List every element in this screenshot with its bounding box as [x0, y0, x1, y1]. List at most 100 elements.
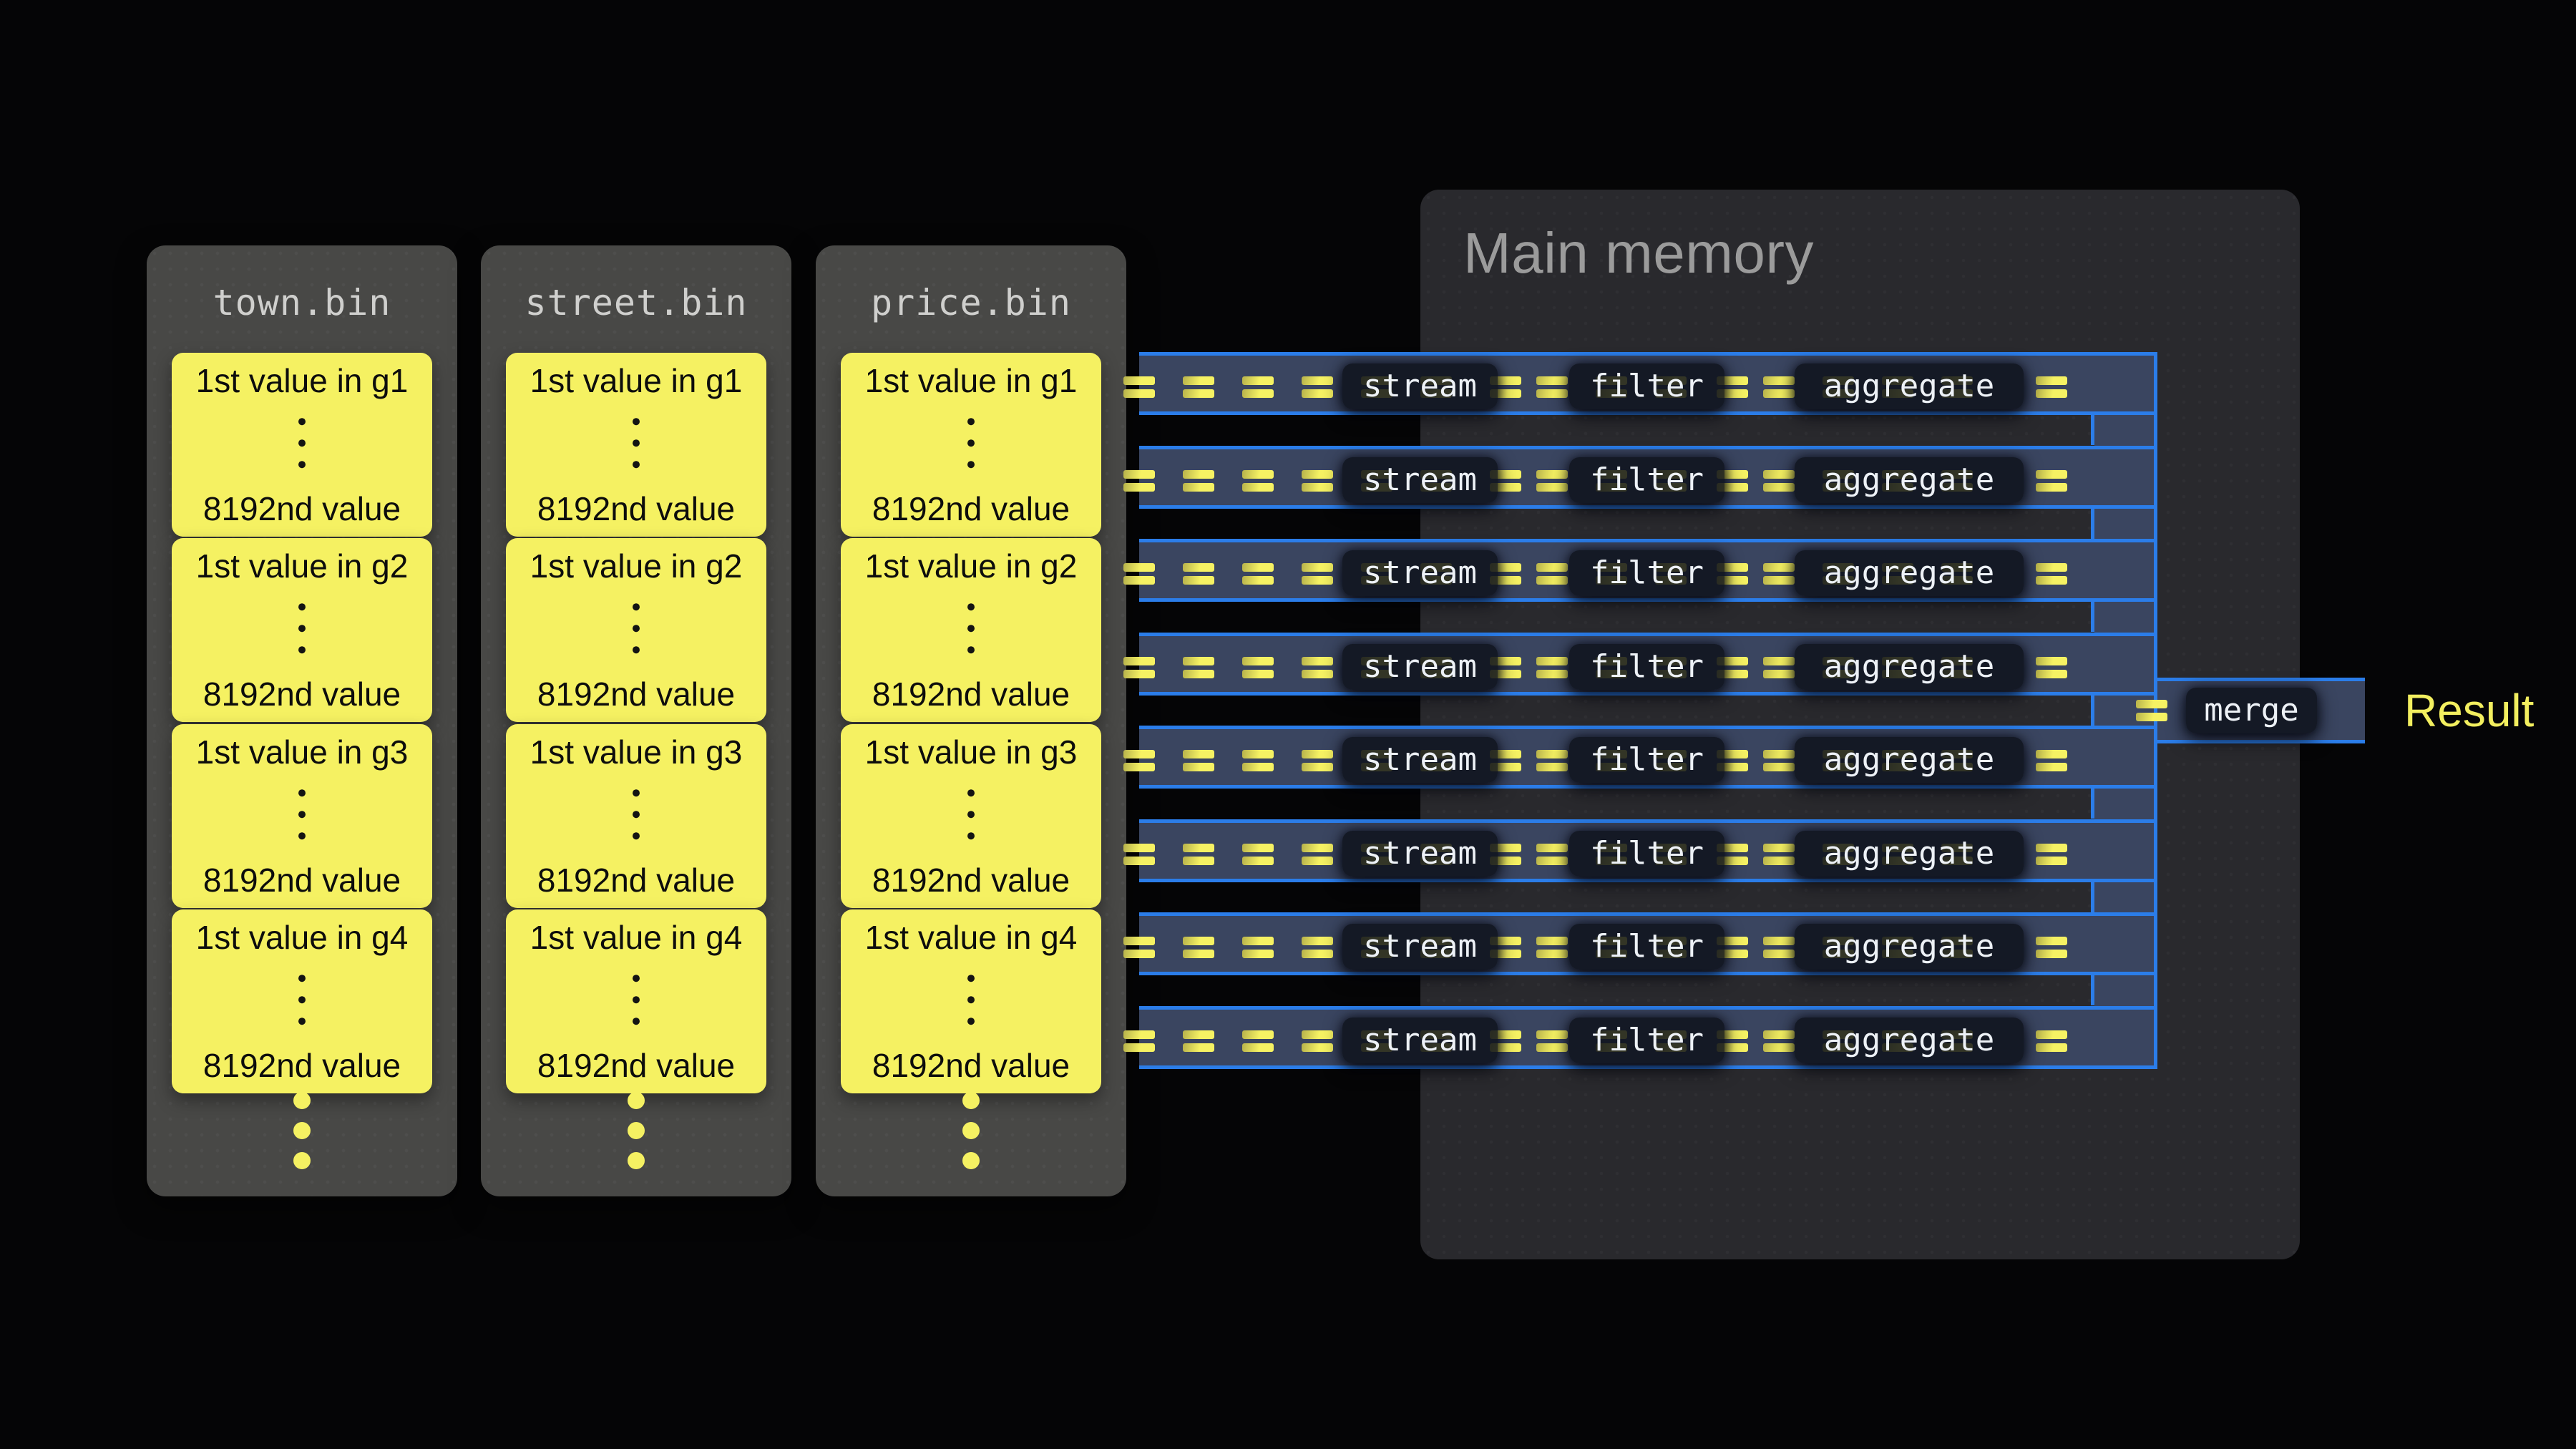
data-chunk-dashes-icon	[1242, 937, 1274, 958]
data-chunk-dashes-icon	[1536, 844, 1568, 865]
pipeline-row: stream filter aggregate	[1139, 726, 2154, 789]
data-chunk-dashes-icon	[1123, 937, 1155, 958]
data-chunk-dashes-icon	[1763, 750, 1795, 771]
data-chunk-dashes-icon	[1536, 750, 1568, 771]
file-name-label: town.bin	[147, 281, 457, 324]
group-last-value-label: 8192nd value	[172, 489, 432, 528]
group-first-value-label: 1st value in g3	[506, 733, 766, 771]
data-chunk-dashes-icon	[1763, 563, 1795, 585]
stage-chip-stream: stream	[1342, 644, 1498, 690]
data-chunk-dashes-icon	[1763, 657, 1795, 678]
file-town-bin: town.bin 1st value in g1 8192nd value 1st v…	[147, 245, 457, 1196]
value-group-block: 1st value in g28192nd value	[506, 538, 766, 722]
data-chunk-dashes-icon	[1242, 1030, 1274, 1052]
data-chunk-dashes-icon	[1183, 750, 1214, 771]
stage-chip-stream: stream	[1342, 831, 1498, 877]
data-chunk-dashes-icon	[1302, 470, 1333, 492]
slot-right-border	[2091, 882, 2094, 912]
slot-right-border	[2091, 789, 2094, 819]
file-street-bin: street.bin1st value in g18192nd value1st…	[481, 245, 791, 1196]
more-groups-ellipsis-icon	[962, 1092, 980, 1169]
vertical-ellipsis-icon	[967, 789, 975, 839]
vertical-ellipsis-icon	[633, 603, 640, 653]
data-chunk-dashes-icon	[1183, 937, 1214, 958]
stage-chip-aggregate: aggregate	[1795, 550, 2024, 596]
data-chunk-dashes-icon	[1183, 844, 1214, 865]
data-chunk-dashes-icon	[1302, 750, 1333, 771]
data-chunk-dashes-icon	[1763, 844, 1795, 865]
slot-right-border	[2091, 975, 2094, 1005]
group-last-value-label: 8192nd value	[172, 675, 432, 713]
group-first-value-label: 1st value in g3	[841, 733, 1101, 771]
pipeline-row: streamfilteraggregate	[1139, 633, 2154, 696]
data-chunk-dashes-icon	[1183, 657, 1214, 678]
stage-chip-filter: filter	[1569, 644, 1724, 690]
group-first-value-label: 1st value in g2	[172, 547, 432, 585]
group-last-value-label: 8192nd value	[506, 861, 766, 899]
data-chunk-dashes-icon	[1123, 563, 1155, 585]
data-chunk-dashes-icon	[1302, 844, 1333, 865]
stage-chip-filter: filter	[1569, 737, 1724, 783]
group-last-value-label: 8192nd value	[172, 861, 432, 899]
group-first-value-label: 1st value in g1	[506, 361, 766, 400]
group-last-value-label: 8192nd value	[841, 1046, 1101, 1085]
more-groups-ellipsis-icon	[293, 1092, 311, 1169]
stage-chip-aggregate: aggregate	[1795, 364, 2024, 409]
data-chunk-dashes-icon	[1536, 470, 1568, 492]
data-chunk-dashes-icon	[1242, 563, 1274, 585]
more-groups-ellipsis-icon	[628, 1092, 645, 1169]
data-chunk-dashes-icon	[1763, 1030, 1795, 1052]
data-chunk-dashes-icon	[1123, 657, 1155, 678]
pipeline-row: streamfilteraggregate	[1139, 819, 2154, 882]
merge-chip: merge	[2186, 688, 2317, 733]
data-chunk-dashes-icon	[1536, 657, 1568, 678]
group-first-value-label: 1st value in g1	[172, 361, 432, 400]
merge-dashes-icon	[2136, 700, 2167, 721]
value-group-block: 1st value in g4 8192nd value	[841, 909, 1101, 1093]
data-chunk-dashes-icon	[1763, 376, 1795, 398]
file-name-label: street.bin	[481, 281, 791, 324]
data-chunk-dashes-icon	[1536, 376, 1568, 398]
group-first-value-label: 1st value in g2	[841, 547, 1101, 585]
data-chunk-dashes-icon	[1536, 1030, 1568, 1052]
group-last-value-label: 8192nd value	[841, 861, 1101, 899]
vertical-ellipsis-icon	[633, 975, 640, 1025]
group-first-value-label: 1st value in g4	[841, 918, 1101, 957]
stage-chip-stream: stream	[1342, 1018, 1498, 1063]
stage-chip-stream: stream	[1342, 737, 1498, 783]
result-label: Result	[2404, 683, 2534, 738]
group-last-value-label: 8192nd value	[506, 1046, 766, 1085]
pipeline-row: stream filter aggregate	[1139, 539, 2154, 602]
vertical-ellipsis-icon	[967, 975, 975, 1025]
vertical-ellipsis-icon	[298, 418, 306, 468]
data-chunk-dashes-icon	[1302, 563, 1333, 585]
data-chunk-dashes-icon	[2036, 750, 2067, 771]
data-chunk-dashes-icon	[1763, 470, 1795, 492]
data-chunk-dashes-icon	[2036, 657, 2067, 678]
data-chunk-dashes-icon	[1536, 937, 1568, 958]
data-chunk-dashes-icon	[1123, 376, 1155, 398]
file-price-bin: price.bin1st value in g18192nd value1st …	[816, 245, 1126, 1196]
data-chunk-dashes-icon	[2036, 1030, 2067, 1052]
data-chunk-dashes-icon	[1302, 1030, 1333, 1052]
stage-chip-filter: filter	[1569, 550, 1724, 596]
data-chunk-dashes-icon	[1242, 376, 1274, 398]
value-group-block: 1st value in g18192nd value	[506, 353, 766, 537]
pipeline-area: stream filter aggregate stream filter aggrega…	[1139, 352, 2157, 1069]
data-chunk-dashes-icon	[1242, 657, 1274, 678]
pipeline-row: streamfilteraggregate	[1139, 446, 2154, 509]
slot-right-border	[2091, 415, 2094, 445]
group-last-value-label: 8192nd value	[841, 675, 1101, 713]
file-name-label: price.bin	[816, 281, 1126, 324]
stage-chip-stream: stream	[1342, 550, 1498, 596]
vertical-ellipsis-icon	[298, 789, 306, 839]
data-chunk-dashes-icon	[1123, 750, 1155, 771]
vertical-ellipsis-icon	[967, 418, 975, 468]
group-first-value-label: 1st value in g2	[506, 547, 766, 585]
stage-chip-aggregate: aggregate	[1795, 737, 2024, 783]
data-chunk-dashes-icon	[2036, 937, 2067, 958]
main-memory-title: Main memory	[1463, 219, 1814, 288]
data-chunk-dashes-icon	[1242, 750, 1274, 771]
data-chunk-dashes-icon	[2036, 844, 2067, 865]
data-chunk-dashes-icon	[1123, 844, 1155, 865]
